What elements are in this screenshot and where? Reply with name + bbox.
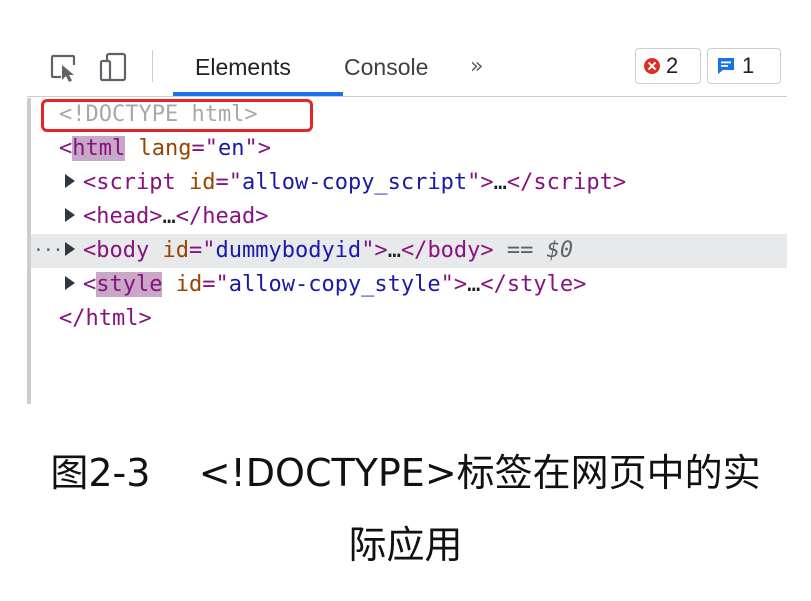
more-tabs-button[interactable]: » xyxy=(470,50,483,84)
body-node[interactable]: ··· <body id="dummybodyid">…</body> == $… xyxy=(31,234,787,268)
body-attr-value: dummybodyid xyxy=(215,238,362,263)
expand-arrow-icon[interactable] xyxy=(65,208,75,222)
errors-badge[interactable]: 2 xyxy=(635,48,701,84)
html-close-node[interactable]: </html> xyxy=(31,302,787,336)
script-close-tag: script xyxy=(533,170,613,195)
figure-caption-line-1: 图2-3 <!DOCTYPE>标签在网页中的实 xyxy=(50,451,761,495)
style-close-tag: style xyxy=(506,272,574,297)
head-close-tag: head xyxy=(202,204,256,229)
errors-count: 2 xyxy=(666,53,679,78)
head-tag: head xyxy=(96,204,150,229)
body-tag: body xyxy=(96,238,150,263)
tab-elements[interactable]: Elements xyxy=(195,50,291,84)
devtools-panel: Elements Console » 2 1 <!DOCTYPE html> <… xyxy=(27,36,787,404)
error-icon xyxy=(644,58,660,74)
html-tag: html xyxy=(72,136,126,161)
doctype-highlight-box xyxy=(41,99,313,132)
style-tag: style xyxy=(96,272,163,297)
head-node[interactable]: <head>…</head> xyxy=(31,200,787,234)
script-attr-name: id xyxy=(188,170,216,195)
issues-count: 1 xyxy=(742,53,755,78)
row-actions-dots[interactable]: ··· xyxy=(33,234,63,268)
script-tag: script xyxy=(96,170,176,195)
devtools-toolbar: Elements Console » 2 1 xyxy=(27,36,787,97)
script-attr-value: allow-copy_script xyxy=(241,170,468,195)
tab-console[interactable]: Console xyxy=(344,50,428,84)
script-ellipsis[interactable]: … xyxy=(494,170,507,195)
issues-icon xyxy=(716,56,736,76)
dom-tree: <!DOCTYPE html> <html lang="en"> <script… xyxy=(27,98,787,404)
expand-arrow-icon[interactable] xyxy=(65,242,75,256)
style-attr-name: id xyxy=(175,272,203,297)
figure-caption-line-2: 际应用 xyxy=(348,523,463,567)
expand-arrow-icon[interactable] xyxy=(65,276,75,290)
device-toolbar-icon[interactable] xyxy=(97,50,131,84)
html-attr-value: en xyxy=(217,136,245,161)
body-attr-name: id xyxy=(162,238,189,263)
selected-marker: == $0 xyxy=(506,238,574,263)
script-node[interactable]: <script id="allow-copy_script">…</script… xyxy=(31,166,787,200)
style-node[interactable]: <style id="allow-copy_style">…</style> xyxy=(31,268,787,302)
html-open-node[interactable]: <html lang="en"> xyxy=(31,132,787,166)
style-ellipsis[interactable]: … xyxy=(467,272,480,297)
style-attr-value: allow-copy_style xyxy=(228,272,441,297)
head-ellipsis[interactable]: … xyxy=(162,204,175,229)
body-close-tag: body xyxy=(427,238,481,263)
expand-arrow-icon[interactable] xyxy=(65,174,75,188)
toolbar-divider xyxy=(152,50,153,82)
body-ellipsis[interactable]: … xyxy=(388,238,401,263)
inspect-element-icon[interactable] xyxy=(47,50,81,84)
active-tab-indicator xyxy=(173,92,343,96)
html-attr-name: lang xyxy=(138,136,192,161)
issues-badge[interactable]: 1 xyxy=(707,48,781,84)
html-close-tag: </html> xyxy=(59,306,152,331)
